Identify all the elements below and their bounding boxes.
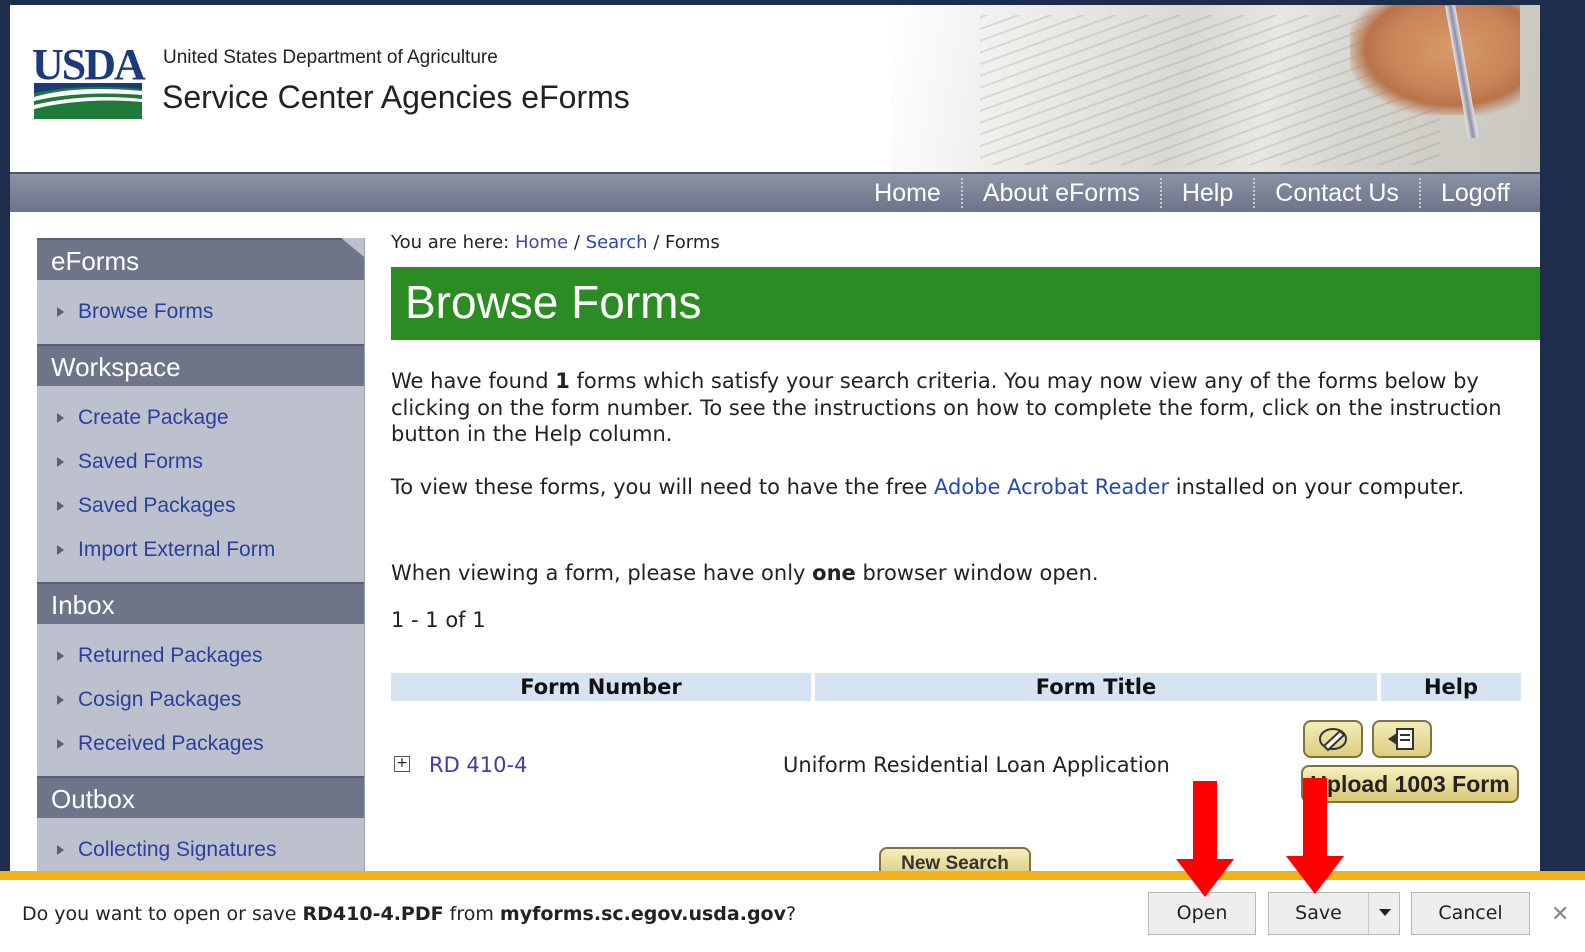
usda-field-icon — [34, 83, 142, 119]
breadcrumb: You are here: Home / Search / Forms — [391, 232, 720, 253]
breadcrumb-search-link[interactable]: Search — [586, 232, 648, 253]
results-count: 1 - 1 of 1 — [391, 608, 486, 632]
sidebar-section-outbox: Outbox — [37, 776, 364, 818]
bullet-triangle-icon — [57, 307, 64, 317]
column-header-help: Help — [1381, 673, 1521, 701]
sidebar-section-workspace: Workspace — [37, 344, 364, 386]
form-number-link[interactable]: RD 410-4 — [429, 753, 527, 777]
close-icon[interactable]: ✕ — [1551, 902, 1569, 927]
app-name: Service Center Agencies eForms — [162, 79, 630, 115]
help-document-button[interactable] — [1372, 720, 1432, 758]
download-notification-bar: Do you want to open or save RD410-4.PDF … — [0, 871, 1585, 952]
nav-logoff[interactable]: Logoff — [1421, 174, 1530, 212]
sidebar-item-create-package[interactable]: Create Package — [37, 396, 364, 440]
breadcrumb-current: Forms — [665, 232, 720, 253]
sidebar: eForms Browse Forms Workspace Create Pac… — [37, 238, 365, 871]
breadcrumb-home-link[interactable]: Home — [515, 232, 568, 253]
sidebar-section-inbox: Inbox — [37, 582, 364, 624]
browser-window-notice: When viewing a form, please have only on… — [391, 561, 1099, 585]
bullet-triangle-icon — [57, 845, 64, 855]
column-header-form-title: Form Title — [815, 673, 1377, 701]
cancel-button[interactable]: Cancel — [1411, 892, 1530, 935]
top-nav: Home About eForms Help Contact Us Logoff — [10, 172, 1540, 212]
nav-about-eforms[interactable]: About eForms — [963, 174, 1160, 212]
page-title-bar: Browse Forms — [391, 267, 1540, 340]
column-header-form-number: Form Number — [391, 673, 811, 701]
chevron-down-icon — [1379, 909, 1391, 916]
window-edge — [1540, 0, 1585, 871]
arrow-down-icon — [1176, 781, 1234, 897]
sidebar-item-import-external-form[interactable]: Import External Form — [37, 528, 364, 572]
sidebar-item-browse-forms[interactable]: Browse Forms — [37, 290, 364, 334]
header-photo — [890, 5, 1540, 172]
sidebar-item-received-packages[interactable]: Received Packages — [37, 722, 364, 766]
department-name: United States Department of Agriculture — [163, 47, 498, 68]
page-title: Browse Forms — [405, 276, 702, 328]
sidebar-item-saved-forms[interactable]: Saved Forms — [37, 440, 364, 484]
usda-logo-text: USDA — [32, 40, 146, 89]
usda-logo[interactable]: USDA — [32, 40, 146, 123]
arrow-down-icon — [1286, 778, 1344, 894]
expand-row-icon[interactable]: + — [394, 756, 410, 772]
sidebar-section-eforms: eForms — [37, 238, 364, 280]
form-title-cell: Uniform Residential Loan Application — [783, 753, 1170, 777]
browser-viewport: USDA United States Department of Agricul… — [10, 5, 1540, 871]
download-prompt: Do you want to open or save RD410-4.PDF … — [22, 903, 797, 925]
document-arrow-icon — [1388, 728, 1414, 750]
download-file-name: RD410-4.PDF — [302, 903, 444, 925]
bullet-triangle-icon — [57, 457, 64, 467]
nav-home[interactable]: Home — [854, 174, 961, 212]
sidebar-item-returned-packages[interactable]: Returned Packages — [37, 634, 364, 678]
nav-help[interactable]: Help — [1162, 174, 1253, 212]
adobe-acrobat-link[interactable]: Adobe Acrobat Reader — [934, 475, 1169, 499]
save-button[interactable]: Save — [1268, 892, 1369, 935]
bullet-triangle-icon — [57, 695, 64, 705]
sidebar-item-cosign-packages[interactable]: Cosign Packages — [37, 678, 364, 722]
nav-contact-us[interactable]: Contact Us — [1255, 174, 1419, 212]
site-header: USDA United States Department of Agricul… — [10, 5, 1540, 172]
save-options-dropdown[interactable] — [1368, 892, 1400, 935]
main-content: You are here: Home / Search / Forms Brow… — [391, 230, 1540, 871]
bullet-triangle-icon — [57, 413, 64, 423]
sidebar-item-collecting-signatures[interactable]: Collecting Signatures — [37, 828, 364, 871]
pencil-icon — [1319, 728, 1347, 752]
download-source: myforms.sc.egov.usda.gov — [499, 903, 786, 925]
bullet-triangle-icon — [57, 651, 64, 661]
bullet-triangle-icon — [57, 545, 64, 555]
bullet-triangle-icon — [57, 739, 64, 749]
sidebar-item-saved-packages[interactable]: Saved Packages — [37, 484, 364, 528]
instructions-button[interactable] — [1303, 720, 1363, 758]
results-description: We have found 1 forms which satisfy your… — [391, 369, 1502, 446]
acrobat-notice: To view these forms, you will need to ha… — [391, 475, 1465, 499]
new-search-button[interactable]: New Search — [879, 847, 1031, 871]
bullet-triangle-icon — [57, 501, 64, 511]
